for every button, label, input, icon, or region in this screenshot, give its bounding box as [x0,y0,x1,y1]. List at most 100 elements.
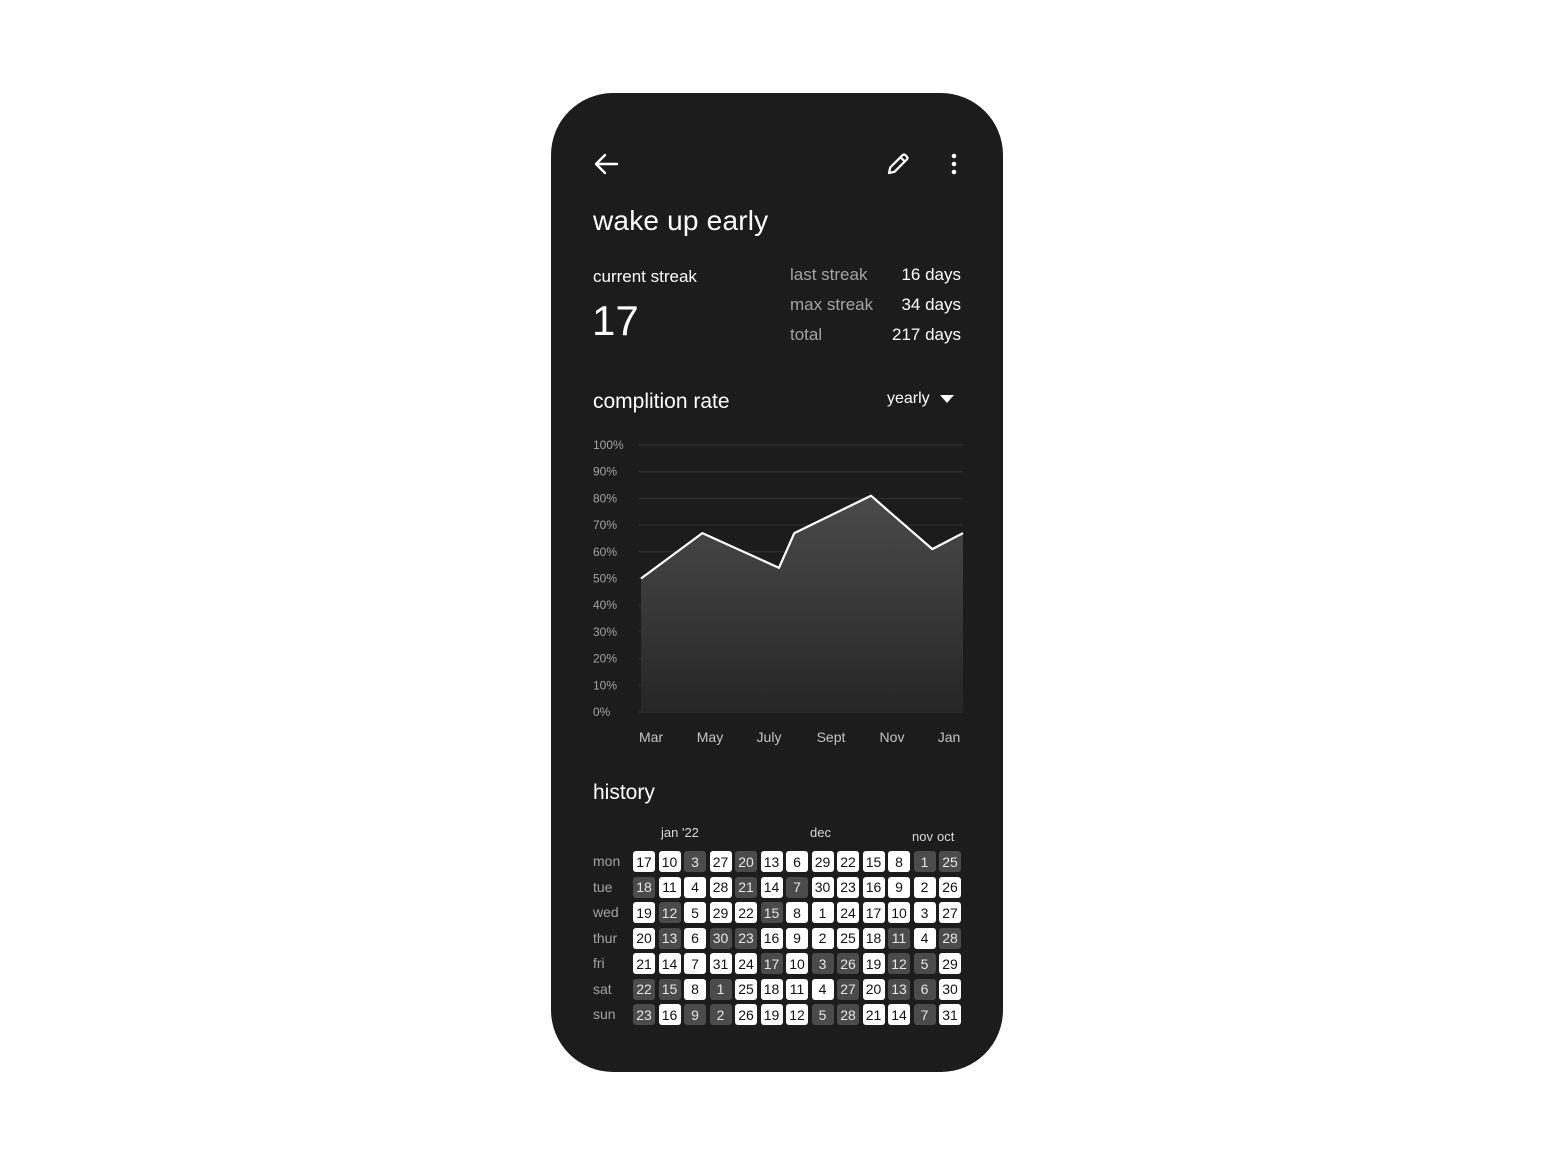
history-day-cell[interactable]: 14 [658,953,681,974]
history-day-cell[interactable]: 20 [735,851,757,872]
history-day-cell[interactable]: 3 [913,902,936,923]
history-day-cell[interactable]: 22 [735,902,757,923]
history-day-cell[interactable]: 7 [684,953,706,974]
history-day-cell[interactable]: 29 [939,953,961,974]
history-day-cell[interactable]: 19 [760,1004,783,1025]
history-day-cell[interactable]: 25 [939,851,961,872]
history-day-cell[interactable]: 17 [760,953,783,974]
history-day-cell[interactable]: 8 [786,902,808,923]
history-day-cell[interactable]: 15 [760,902,783,923]
history-day-cell[interactable]: 2 [709,1004,732,1025]
history-day-cell[interactable]: 17 [862,902,885,923]
history-day-cell[interactable]: 3 [684,851,706,872]
history-day-cell[interactable]: 10 [786,953,808,974]
history-day-cell[interactable]: 27 [939,902,961,923]
history-day-cell[interactable]: 31 [709,953,732,974]
history-day-cell[interactable]: 21 [633,953,655,974]
history-day-cell[interactable]: 13 [760,851,783,872]
history-day-cell[interactable]: 7 [913,1004,936,1025]
vertical-dots-icon [951,153,957,175]
history-day-cell[interactable]: 17 [633,851,655,872]
history-day-cell[interactable]: 29 [709,902,732,923]
history-day-cell[interactable]: 22 [633,978,655,1000]
history-day-cell[interactable]: 19 [862,953,885,974]
more-options-button[interactable] [941,147,967,181]
history-day-cell[interactable]: 12 [888,953,910,974]
history-day-cell[interactable]: 2 [913,876,936,898]
streak-stats: last streak 16 days max streak 34 days t… [790,265,961,355]
history-day-cell[interactable]: 9 [684,1004,706,1025]
history-day-cell[interactable]: 21 [735,876,757,898]
stat-label: total [790,325,823,344]
history-day-cell[interactable]: 13 [888,978,910,1000]
history-day-cell[interactable]: 18 [862,927,885,949]
history-day-cell[interactable]: 21 [862,1004,885,1025]
history-day-cell[interactable]: 20 [633,927,655,949]
history-day-cell[interactable]: 4 [684,876,706,898]
history-day-cell[interactable]: 28 [709,876,732,898]
history-day-cell[interactable]: 10 [888,902,910,923]
history-day-cell[interactable]: 8 [888,851,910,872]
history-day-cell[interactable]: 23 [633,1004,655,1025]
history-day-cell[interactable]: 9 [786,927,808,949]
history-day-cell[interactable]: 30 [709,927,732,949]
history-day-cell[interactable]: 28 [837,1004,859,1025]
history-day-cell[interactable]: 5 [684,902,706,923]
history-day-cell[interactable]: 24 [837,902,859,923]
history-day-cell[interactable]: 19 [633,902,655,923]
history-day-cell[interactable]: 14 [760,876,783,898]
history-day-cell[interactable]: 16 [760,927,783,949]
history-day-cell[interactable]: 6 [913,978,936,1000]
history-day-cell[interactable]: 1 [709,978,732,1000]
history-day-cell[interactable]: 18 [760,978,783,1000]
history-day-cell[interactable]: 7 [786,876,808,898]
history-day-cell[interactable]: 8 [684,978,706,1000]
history-day-cell[interactable]: 20 [862,978,885,1000]
history-day-cell[interactable]: 6 [684,927,706,949]
history-day-cell[interactable]: 27 [837,978,859,1000]
history-day-cell[interactable]: 29 [811,851,834,872]
history-day-cell[interactable]: 4 [913,927,936,949]
history-day-cell[interactable]: 2 [811,927,834,949]
history-day-cell[interactable]: 26 [939,876,961,898]
stat-label: last streak [790,265,868,284]
history-day-cell[interactable]: 4 [811,978,834,1000]
history-day-cell[interactable]: 30 [939,978,961,1000]
history-day-cell[interactable]: 13 [658,927,681,949]
history-day-cell[interactable]: 26 [837,953,859,974]
history-day-cell[interactable]: 23 [735,927,757,949]
period-dropdown[interactable]: yearly [887,387,963,411]
history-day-cell[interactable]: 14 [888,1004,910,1025]
history-day-cell[interactable]: 24 [735,953,757,974]
history-day-cell[interactable]: 12 [786,1004,808,1025]
history-day-cell[interactable]: 5 [913,953,936,974]
history-day-cell[interactable]: 9 [888,876,910,898]
history-day-cell[interactable]: 25 [837,927,859,949]
history-day-cell[interactable]: 18 [633,876,655,898]
history-day-cell[interactable]: 11 [658,876,681,898]
history-day-cell[interactable]: 27 [709,851,732,872]
history-day-cell[interactable]: 30 [811,876,834,898]
history-day-cell[interactable]: 28 [939,927,961,949]
history-day-cell[interactable]: 22 [837,851,859,872]
history-day-cell[interactable]: 1 [811,902,834,923]
history-day-cell[interactable]: 25 [735,978,757,1000]
edit-button[interactable] [881,147,915,181]
history-day-cell[interactable]: 15 [862,851,885,872]
history-day-cell[interactable]: 23 [837,876,859,898]
history-day-cell[interactable]: 26 [735,1004,757,1025]
history-day-cell[interactable]: 31 [939,1004,961,1025]
back-button[interactable] [589,147,623,181]
history-day-cell[interactable]: 10 [658,851,681,872]
history-day-cell[interactable]: 3 [811,953,834,974]
history-day-cell[interactable]: 11 [888,927,910,949]
history-day-cell[interactable]: 12 [658,902,681,923]
history-day-cell[interactable]: 16 [862,876,885,898]
history-day-cell[interactable]: 1 [913,851,936,872]
history-day-cell[interactable]: 5 [811,1004,834,1025]
history-day-cell[interactable]: 15 [658,978,681,1000]
history-day-label: fri [593,955,605,971]
history-day-cell[interactable]: 6 [786,851,808,872]
history-day-cell[interactable]: 16 [658,1004,681,1025]
history-day-cell[interactable]: 11 [786,978,808,1000]
